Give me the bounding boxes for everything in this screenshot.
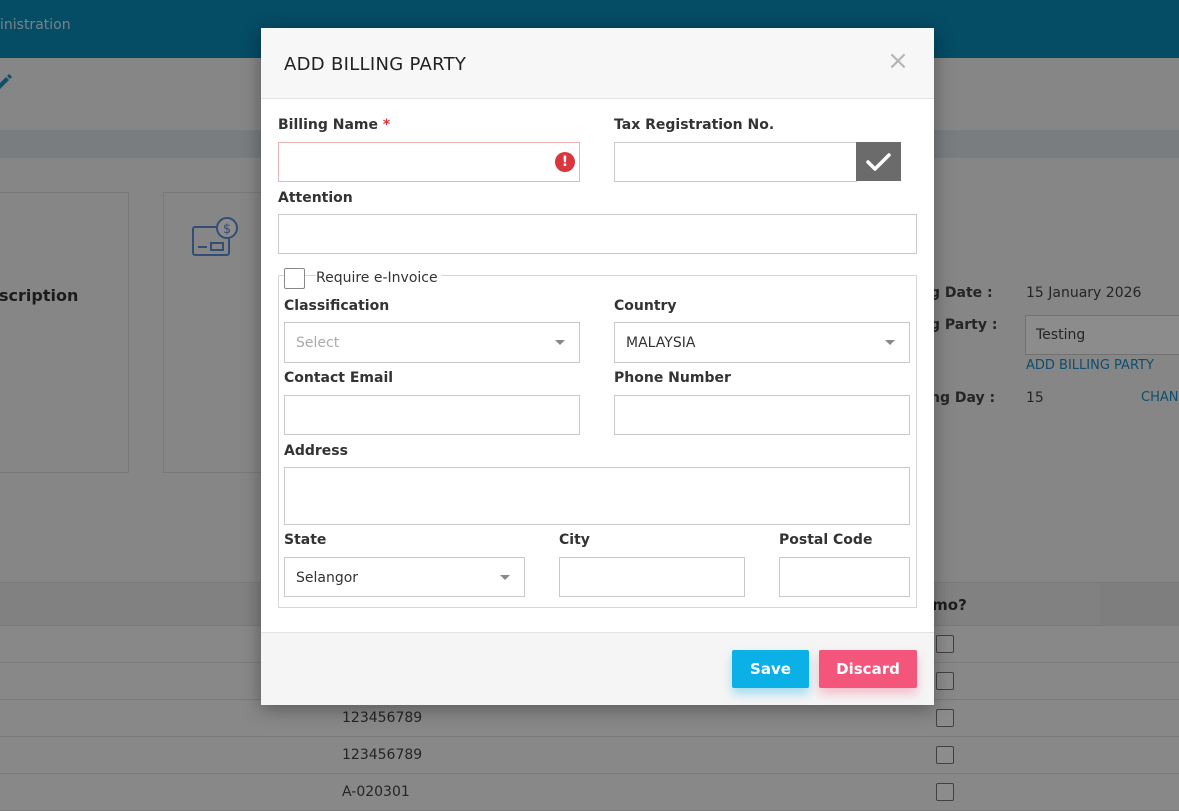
billing-name-label-text: Billing Name: [278, 117, 378, 133]
chevron-down-icon: [500, 575, 510, 580]
city-label: City: [559, 532, 590, 548]
state-value: Selangor: [296, 570, 359, 586]
city-input[interactable]: [559, 557, 745, 597]
attention-input[interactable]: [278, 214, 917, 254]
billing-name-label: Billing Name *: [278, 117, 390, 133]
phone-number-label: Phone Number: [614, 370, 731, 386]
country-select[interactable]: MALAYSIA: [614, 322, 910, 363]
require-einvoice-checkbox[interactable]: [284, 268, 305, 289]
modal-title: ADD BILLING PARTY: [284, 54, 467, 75]
country-value: MALAYSIA: [626, 335, 696, 351]
checkmark-icon: [866, 153, 891, 171]
add-billing-party-dialog: ADD BILLING PARTY × Billing Name * ! Tax…: [261, 28, 934, 705]
attention-label: Attention: [278, 190, 353, 206]
classification-placeholder: Select: [296, 335, 340, 351]
contact-email-input[interactable]: [284, 395, 580, 435]
address-label: Address: [284, 443, 348, 459]
chevron-down-icon: [555, 340, 565, 345]
classification-select[interactable]: Select: [284, 322, 580, 363]
required-asterisk: *: [382, 117, 391, 133]
modal-footer: Save Discard: [261, 632, 934, 705]
close-icon[interactable]: ×: [885, 48, 911, 74]
state-select[interactable]: Selangor: [284, 557, 525, 597]
state-label: State: [284, 532, 327, 548]
postal-code-label: Postal Code: [779, 532, 873, 548]
billing-name-input[interactable]: [278, 142, 580, 182]
save-button[interactable]: Save: [732, 650, 809, 688]
address-textarea[interactable]: [284, 467, 910, 525]
contact-email-label: Contact Email: [284, 370, 394, 386]
verify-tax-button[interactable]: [856, 142, 901, 181]
phone-number-input[interactable]: [614, 395, 910, 435]
discard-button[interactable]: Discard: [819, 650, 917, 688]
modal-header: ADD BILLING PARTY ×: [261, 28, 934, 99]
error-icon: !: [555, 152, 575, 172]
tax-registration-label: Tax Registration No.: [614, 117, 775, 133]
postal-code-input[interactable]: [779, 557, 910, 597]
tax-registration-input[interactable]: [614, 142, 857, 182]
classification-label: Classification: [284, 298, 390, 314]
require-einvoice-label[interactable]: Require e-Invoice: [316, 270, 441, 286]
chevron-down-icon: [885, 340, 895, 345]
country-label: Country: [614, 298, 677, 314]
